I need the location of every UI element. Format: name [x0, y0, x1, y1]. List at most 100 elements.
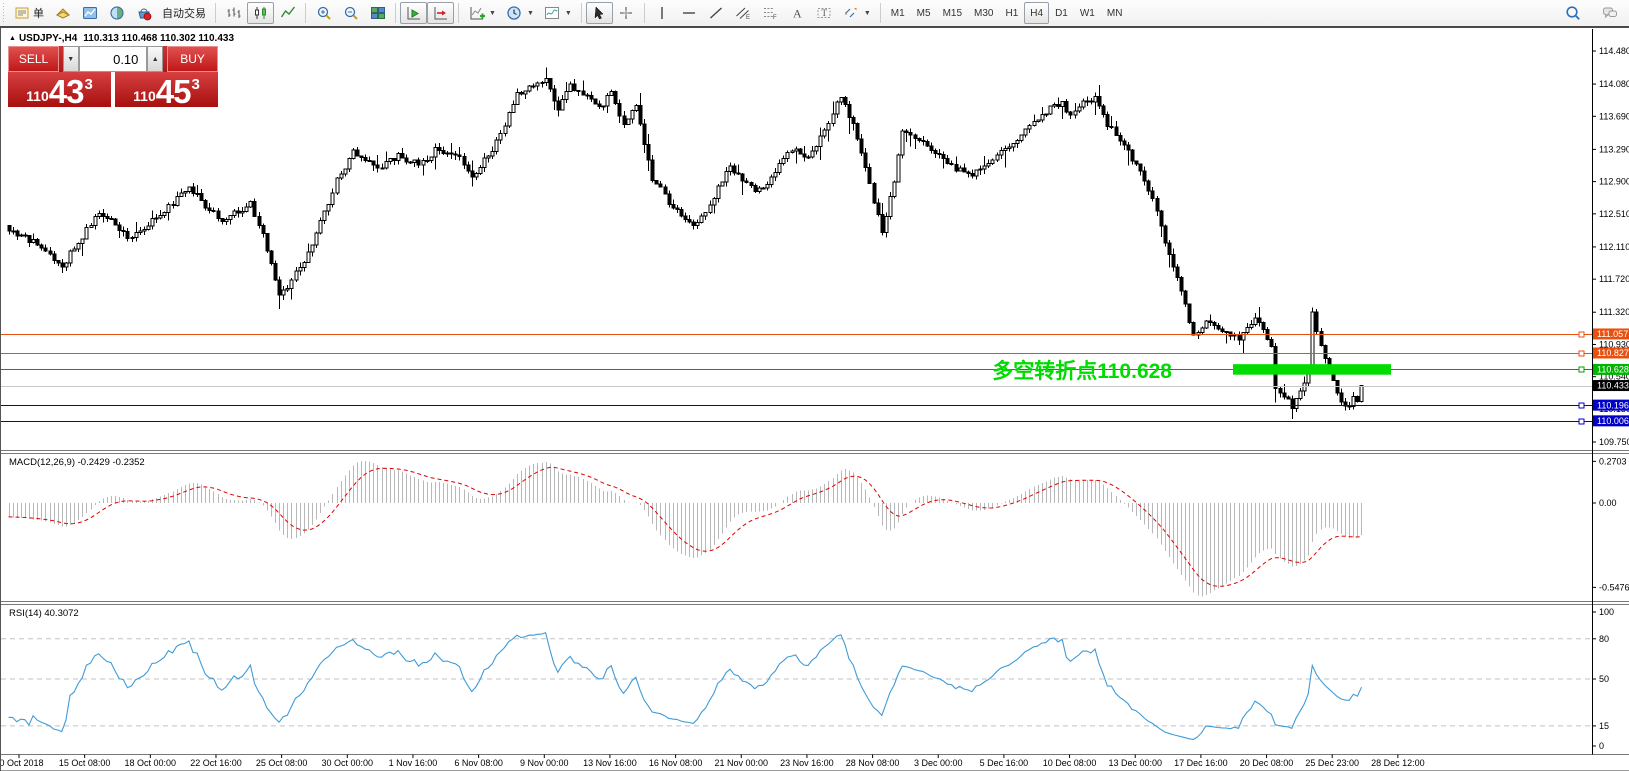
toolbar-separator — [880, 3, 881, 23]
toolbar-separator — [305, 3, 306, 23]
time-tick-label: 25 Dec 23:00 — [1305, 758, 1359, 768]
buy-price-big: 45 — [156, 78, 191, 106]
indicators-button[interactable]: ▼ — [463, 2, 501, 24]
tab-timeframe-M30[interactable]: M30 — [968, 2, 999, 24]
time-tick-label: 5 Dec 16:00 — [980, 758, 1029, 768]
macd-tick-label: 0.2703 — [1599, 456, 1627, 466]
time-tick-label: 10 Dec 08:00 — [1043, 758, 1097, 768]
fibo-icon: F — [762, 5, 779, 22]
toolbar-separator — [644, 3, 645, 23]
buy-quote[interactable]: 110453 — [115, 72, 218, 107]
new-order-button[interactable]: 单 — [8, 2, 49, 24]
zoom-in-button[interactable] — [310, 2, 337, 24]
order-icon — [13, 5, 30, 22]
templates-button[interactable]: ▼ — [539, 2, 577, 24]
text-label-button[interactable]: T — [811, 2, 838, 24]
hline-handle[interactable] — [1579, 351, 1584, 356]
charts-window-button[interactable] — [76, 2, 103, 24]
price-chart: 114.480114.080113.690113.290112.900112.5… — [1, 28, 1629, 771]
text-button[interactable]: A — [784, 2, 811, 24]
tab-timeframe-W1[interactable]: W1 — [1074, 2, 1101, 24]
trend-icon — [708, 5, 725, 22]
charts-icon — [81, 5, 98, 22]
price-tick-label: 114.480 — [1599, 46, 1629, 56]
toolbar-separator — [215, 3, 216, 23]
hline-handle[interactable] — [1579, 332, 1584, 337]
chart-shift-button[interactable] — [427, 2, 454, 24]
navigator-button[interactable] — [103, 2, 130, 24]
chat-icon — [1601, 5, 1618, 22]
buy-button[interactable]: BUY — [167, 46, 218, 72]
hline-handle[interactable] — [1579, 367, 1584, 372]
equidistant-channel-button[interactable]: E — [730, 2, 757, 24]
auto-scroll-button[interactable] — [400, 2, 427, 24]
tab-timeframe-M15[interactable]: M15 — [937, 2, 968, 24]
auto-trading-button[interactable]: 自动交易 — [157, 2, 211, 24]
turning-point-zone-bar[interactable] — [1233, 364, 1391, 375]
turning-point-annotation[interactable]: 多空转折点110.628 — [992, 355, 1172, 385]
vertical-line-button[interactable] — [649, 2, 676, 24]
toolbar-grip[interactable] — [1, 3, 5, 23]
toolbar-separator — [395, 3, 396, 23]
hline-handle[interactable] — [1579, 403, 1584, 408]
volume-decrease-button[interactable]: ▼ — [63, 46, 79, 72]
time-tick-label: 9 Nov 00:00 — [520, 758, 569, 768]
chart-type-candles-button[interactable] — [247, 2, 274, 24]
main-toolbar: 单 自动交易 ▼ ▼ ▼ EFAT ▼ M1M5M15M30H1H4D1W1MN — [0, 0, 1629, 28]
rsi-tick-label: 0 — [1599, 741, 1604, 751]
market-watch-button[interactable] — [49, 2, 76, 24]
tab-timeframe-D1[interactable]: D1 — [1049, 2, 1074, 24]
tab-timeframe-M1[interactable]: M1 — [885, 2, 911, 24]
rsi-tick-label: 80 — [1599, 634, 1609, 644]
rsi-label: RSI(14) 40.3072 — [9, 608, 79, 619]
price-tick-label: 111.320 — [1599, 307, 1629, 317]
trade-panel-quotes: 110433 110453 — [8, 72, 218, 107]
window-collapse-icon[interactable]: ▲ — [9, 35, 16, 42]
tab-timeframe-H4[interactable]: H4 — [1024, 2, 1049, 24]
tile-windows-button[interactable] — [364, 2, 391, 24]
sell-price-big: 43 — [49, 78, 84, 106]
zoomin-icon — [315, 5, 332, 22]
time-tick-label: 13 Nov 16:00 — [583, 758, 637, 768]
sell-price-sup: 3 — [84, 77, 92, 92]
search-icon — [1564, 5, 1581, 22]
search-button[interactable] — [1559, 2, 1586, 24]
macd-tick-label: 0.00 — [1599, 498, 1617, 508]
cursor-button[interactable] — [586, 2, 613, 24]
horizontal-line-button[interactable] — [676, 2, 703, 24]
price-tick-label: 111.720 — [1599, 274, 1629, 284]
market-button[interactable] — [130, 2, 157, 24]
zoom-out-button[interactable] — [337, 2, 364, 24]
time-tick-label: 1 Nov 16:00 — [389, 758, 438, 768]
volume-increase-button[interactable]: ▲ — [147, 46, 163, 72]
tab-timeframe-M5[interactable]: M5 — [911, 2, 937, 24]
trendline-button[interactable] — [703, 2, 730, 24]
chevron-down-icon: ▼ — [864, 10, 871, 17]
time-tick-label: 18 Oct 00:00 — [125, 758, 177, 768]
tab-timeframe-MN[interactable]: MN — [1101, 2, 1129, 24]
cursor-icon — [591, 5, 608, 22]
time-tick-label: 3 Dec 00:00 — [914, 758, 963, 768]
crosshair-button[interactable] — [613, 2, 640, 24]
fibonacci-button[interactable]: F — [757, 2, 784, 24]
toolbar-separator — [581, 3, 582, 23]
chevron-down-icon: ▼ — [489, 10, 496, 17]
chat-button[interactable] — [1596, 2, 1623, 24]
chevron-down-icon: ▼ — [565, 10, 572, 17]
indicators-icon — [468, 5, 485, 22]
tab-timeframe-H1[interactable]: H1 — [999, 2, 1024, 24]
volume-input[interactable]: 0.10 — [79, 46, 148, 72]
arrows-button[interactable]: ▼ — [838, 2, 876, 24]
candles-icon — [252, 5, 269, 22]
time-tick-label: 6 Nov 08:00 — [454, 758, 503, 768]
hline-handle[interactable] — [1579, 419, 1584, 424]
sell-button[interactable]: SELL — [8, 46, 59, 72]
sell-quote[interactable]: 110433 — [8, 72, 111, 107]
periods-button[interactable]: ▼ — [501, 2, 539, 24]
price-tick-label: 113.290 — [1599, 144, 1629, 154]
bars-icon — [225, 5, 242, 22]
chart-type-bars-button[interactable] — [220, 2, 247, 24]
chart-type-line-button[interactable] — [274, 2, 301, 24]
price-tick-label: 112.900 — [1599, 177, 1629, 187]
shift-icon — [432, 5, 449, 22]
